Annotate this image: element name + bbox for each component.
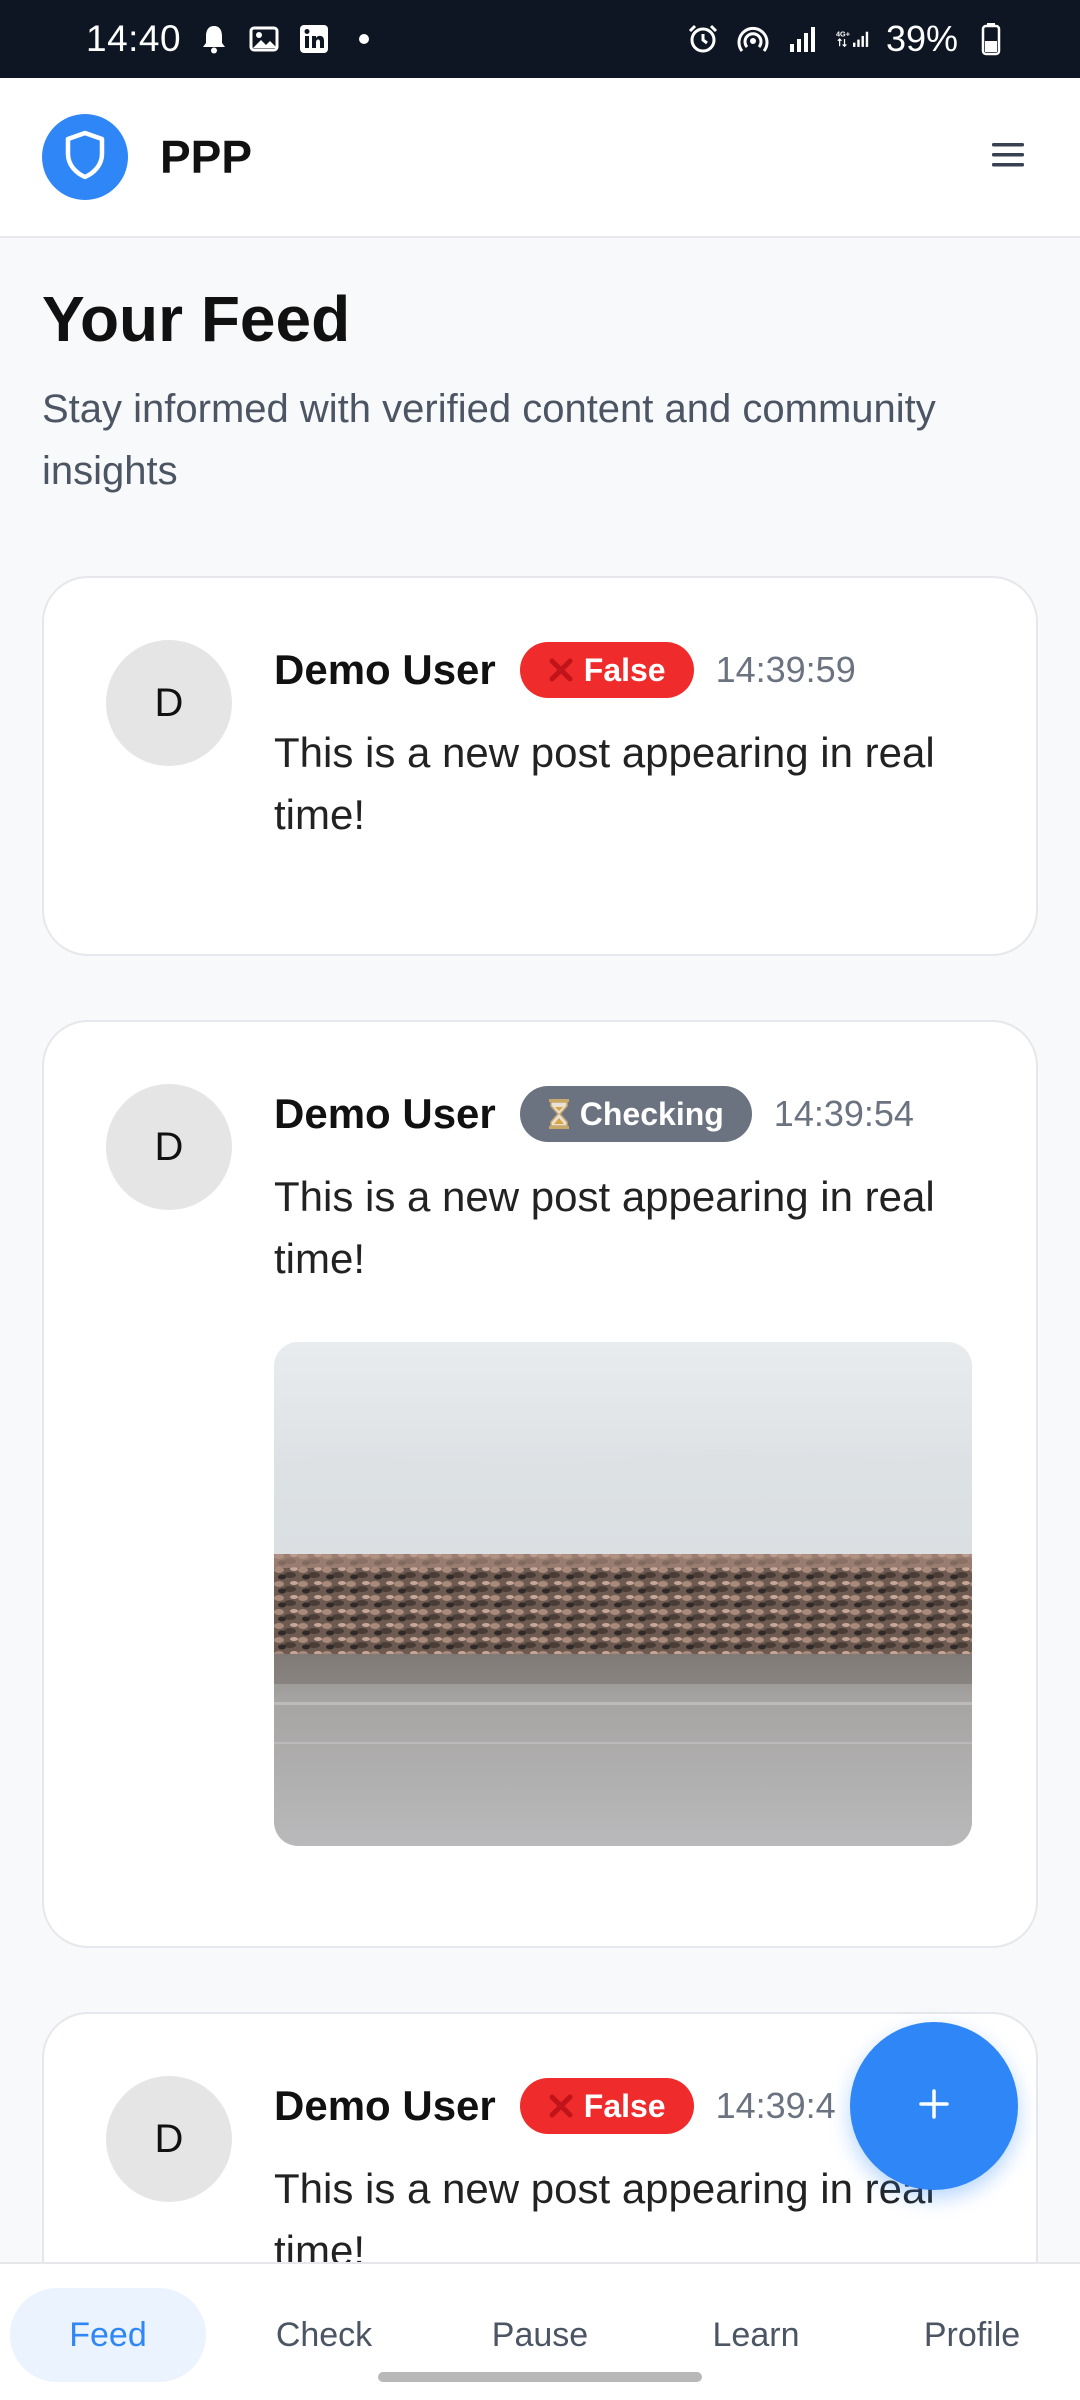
hamburger-menu-button[interactable] [978,127,1038,187]
status-badge-label: False [583,2087,666,2124]
svg-text:4G+: 4G+ [836,30,850,39]
post-header: Demo User Checking 14:39:54 [274,1084,974,1144]
status-badge-label: Checking [579,1095,724,1132]
post-time: 14:39:54 [773,1093,914,1134]
post-time: 14:39:59 [715,649,856,690]
bell-icon [197,22,231,56]
shield-icon [63,130,107,185]
post-card[interactable]: D Demo User Checking 14:39:54 This is a … [42,1020,1038,1948]
status-bar: 14:40 4G+ 39% [0,0,1080,78]
nav-item-profile[interactable]: Profile [874,2288,1070,2382]
post-header: Demo User False 14:39:59 [274,640,974,700]
dot-icon [347,22,381,56]
nav-item-pause[interactable]: Pause [442,2288,638,2382]
status-badge: False [519,2078,694,2134]
page-subtitle: Stay informed with verified content and … [42,387,936,493]
post-author[interactable]: Demo User [274,646,496,694]
avatar[interactable]: D [106,640,232,766]
battery-icon [974,22,1008,56]
post-card[interactable]: D Demo User False 14:39:59 This is a new… [42,576,1038,956]
app-logo[interactable] [42,114,128,200]
post-author[interactable]: Demo User [274,2082,496,2130]
status-bar-right: 4G+ 39% [686,18,1008,60]
status-badge: False [519,642,694,698]
status-badge: Checking [519,1086,752,1142]
post-text: This is a new post appearing in real tim… [274,1173,935,1282]
image-icon [247,22,281,56]
nav-item-check[interactable]: Check [226,2288,422,2382]
post-text: This is a new post appearing in real tim… [274,2165,935,2262]
hourglass-icon [546,1098,572,1130]
post-body: Demo User Checking 14:39:54 This is a ne… [274,1084,974,1884]
post-author[interactable]: Demo User [274,1090,496,1138]
status-badge-label: False [583,651,666,688]
post-body: Demo User False 14:39:59 This is a new p… [274,640,974,892]
plus-icon [917,2087,951,2126]
feed-list[interactable]: D Demo User False 14:39:59 This is a new… [42,576,1038,2262]
post-time: 14:39:4 [715,2085,836,2126]
create-post-button[interactable] [850,2022,1018,2190]
avatar[interactable]: D [106,1084,232,1210]
nav-item-feed[interactable]: Feed [10,2288,206,2382]
status-bar-left: 14:40 [86,18,381,60]
4g-signal-icon: 4G+ [836,22,870,56]
post-image[interactable] [274,1342,972,1846]
hotspot-icon [736,22,770,56]
hamburger-menu-icon [990,140,1026,175]
status-time: 14:40 [86,18,182,59]
signal-icon [786,22,820,56]
feed-heading: Your Feed Stay informed with verified co… [42,282,1032,502]
home-indicator[interactable] [378,2372,702,2382]
app-header: PPP [0,78,1080,238]
linkedin-icon [297,22,331,56]
battery-percent: 39% [885,18,958,59]
x-icon [546,655,576,685]
avatar[interactable]: D [106,2076,232,2202]
x-icon [546,2091,576,2121]
post-text: This is a new post appearing in real tim… [274,729,935,838]
app-title: PPP [160,131,253,183]
alarm-icon [686,22,720,56]
nav-item-learn[interactable]: Learn [658,2288,854,2382]
page-title: Your Feed [42,283,351,355]
